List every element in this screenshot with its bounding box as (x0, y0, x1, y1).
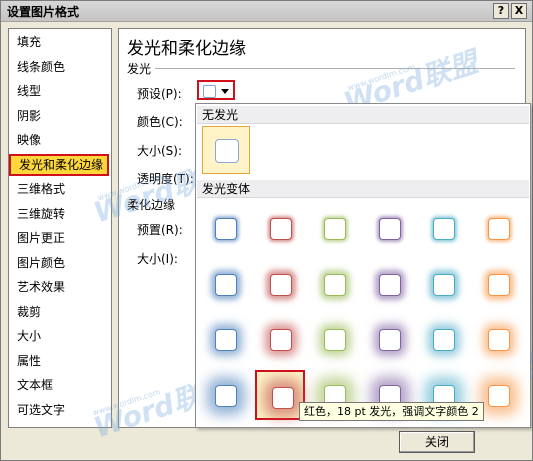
color-label: 颜色(C): (137, 115, 183, 129)
preset-preview-icon (203, 85, 216, 98)
glow-swatch-icon (215, 218, 237, 240)
glow-swatch-icon (433, 273, 455, 296)
glow-variant-option[interactable] (364, 314, 414, 364)
sidebar-item[interactable]: 大小 (9, 325, 109, 347)
glow-swatch-icon (433, 329, 455, 351)
glow-swatch-icon (487, 218, 510, 240)
glow-swatch-icon (378, 329, 401, 351)
glow-swatch-icon (269, 273, 292, 296)
sidebar-item[interactable]: 图片更正 (9, 227, 109, 249)
sidebar-item[interactable]: 三维格式 (9, 178, 109, 200)
glow-variant-option[interactable] (418, 259, 468, 309)
title-bar[interactable]: 设置图片格式 ? X (1, 1, 532, 22)
glow-variant-option[interactable] (473, 314, 523, 364)
glow-swatch-icon (433, 218, 455, 240)
chevron-down-icon (221, 89, 229, 94)
glow-swatch-icon (487, 384, 510, 407)
close-x-button[interactable]: X (511, 3, 527, 19)
glow-variant-option[interactable] (473, 203, 523, 253)
soft-preset-label: 预置(R): (137, 223, 183, 237)
glow-variant-option[interactable] (473, 259, 523, 309)
sidebar-item[interactable]: 线型 (9, 80, 109, 102)
glow-variant-option[interactable] (200, 203, 250, 253)
glow-swatch-icon (215, 384, 237, 407)
no-glow-option[interactable] (202, 126, 250, 174)
glow-swatch-icon (324, 218, 346, 240)
sidebar-item[interactable]: 艺术效果 (9, 276, 109, 298)
transparency-label: 透明度(T): (137, 172, 194, 186)
glow-variant-option[interactable] (364, 259, 414, 309)
glow-variant-option[interactable] (309, 203, 359, 253)
glow-variant-option[interactable] (255, 314, 305, 364)
glow-swatch-icon (378, 218, 401, 240)
glow-variant-option[interactable] (255, 203, 305, 253)
close-button[interactable]: 关闭 (399, 431, 475, 453)
glow-swatch-icon (324, 329, 346, 351)
sidebar-item[interactable]: 三维旋转 (9, 203, 109, 225)
glow-section-label: 发光 (127, 62, 152, 76)
glow-swatch-icon (324, 273, 346, 296)
glow-variant-option[interactable] (200, 370, 250, 420)
glow-swatch-icon (215, 273, 237, 296)
window-title: 设置图片格式 (7, 5, 80, 19)
glow-variant-option[interactable] (418, 203, 468, 253)
sidebar-item[interactable]: 文本框 (9, 374, 109, 396)
glow-variant-option[interactable] (364, 203, 414, 253)
glow-swatch-icon (487, 273, 510, 296)
category-list: 填充线条颜色 线型阴影 映像 发光和柔化边缘 三维格式三维旋转 图片更正图片颜色 艺术效果裁… (8, 28, 112, 428)
help-button[interactable]: ? (493, 3, 509, 19)
glow-preset-gallery: 无发光 发光变体 (195, 103, 531, 428)
sidebar-item[interactable]: 线条颜色 (9, 56, 109, 78)
glow-swatch-icon (487, 329, 510, 351)
sidebar-item[interactable]: 填充 (9, 31, 109, 53)
sidebar-item[interactable]: 属性 (9, 350, 109, 372)
sidebar-item[interactable]: 阴影 (9, 105, 109, 127)
no-glow-header: 无发光 (197, 106, 529, 124)
format-picture-dialog: 设置图片格式 ? X 填充 线条颜色 线型 阴影 映像 发光和柔化边缘 三维格式 三维旋转 图片… (0, 0, 533, 461)
preset-label: 预设(P): (137, 87, 182, 101)
panel-title: 发光和柔化边缘 (127, 39, 246, 59)
sidebar-item[interactable]: 发光和柔化边缘 (9, 153, 109, 176)
glow-variant-option[interactable] (309, 314, 359, 364)
glow-preset-dropdown[interactable] (197, 80, 235, 100)
glow-variant-option[interactable] (255, 259, 305, 309)
no-glow-swatch-icon (215, 139, 239, 163)
soft-size-label: 大小(I): (137, 252, 178, 266)
size-label: 大小(S): (137, 144, 183, 158)
glow-variant-option[interactable] (254, 369, 305, 420)
glow-swatch-icon (378, 273, 401, 296)
glow-swatch-icon (215, 329, 237, 351)
glow-variants-header: 发光变体 (197, 180, 529, 198)
soft-edges-section-label: 柔化边缘 (127, 198, 176, 212)
glow-variant-option[interactable] (200, 259, 250, 309)
glow-swatch-icon (269, 218, 292, 240)
glow-option-tooltip: 红色，18 pt 发光，强调文字颜色 2 (299, 402, 484, 421)
glow-variant-option[interactable] (418, 314, 468, 364)
glow-variant-option[interactable] (309, 259, 359, 309)
glow-variant-option[interactable] (200, 314, 250, 364)
sidebar-item[interactable]: 裁剪 (9, 301, 109, 323)
sidebar-item[interactable]: 映像 (9, 129, 109, 151)
glow-swatch-icon (271, 386, 294, 409)
glow-swatch-icon (269, 329, 292, 351)
glow-section-divider (155, 68, 515, 69)
sidebar-item[interactable]: 可选文字 (9, 399, 109, 421)
sidebar-item[interactable]: 图片颜色 (9, 252, 109, 274)
